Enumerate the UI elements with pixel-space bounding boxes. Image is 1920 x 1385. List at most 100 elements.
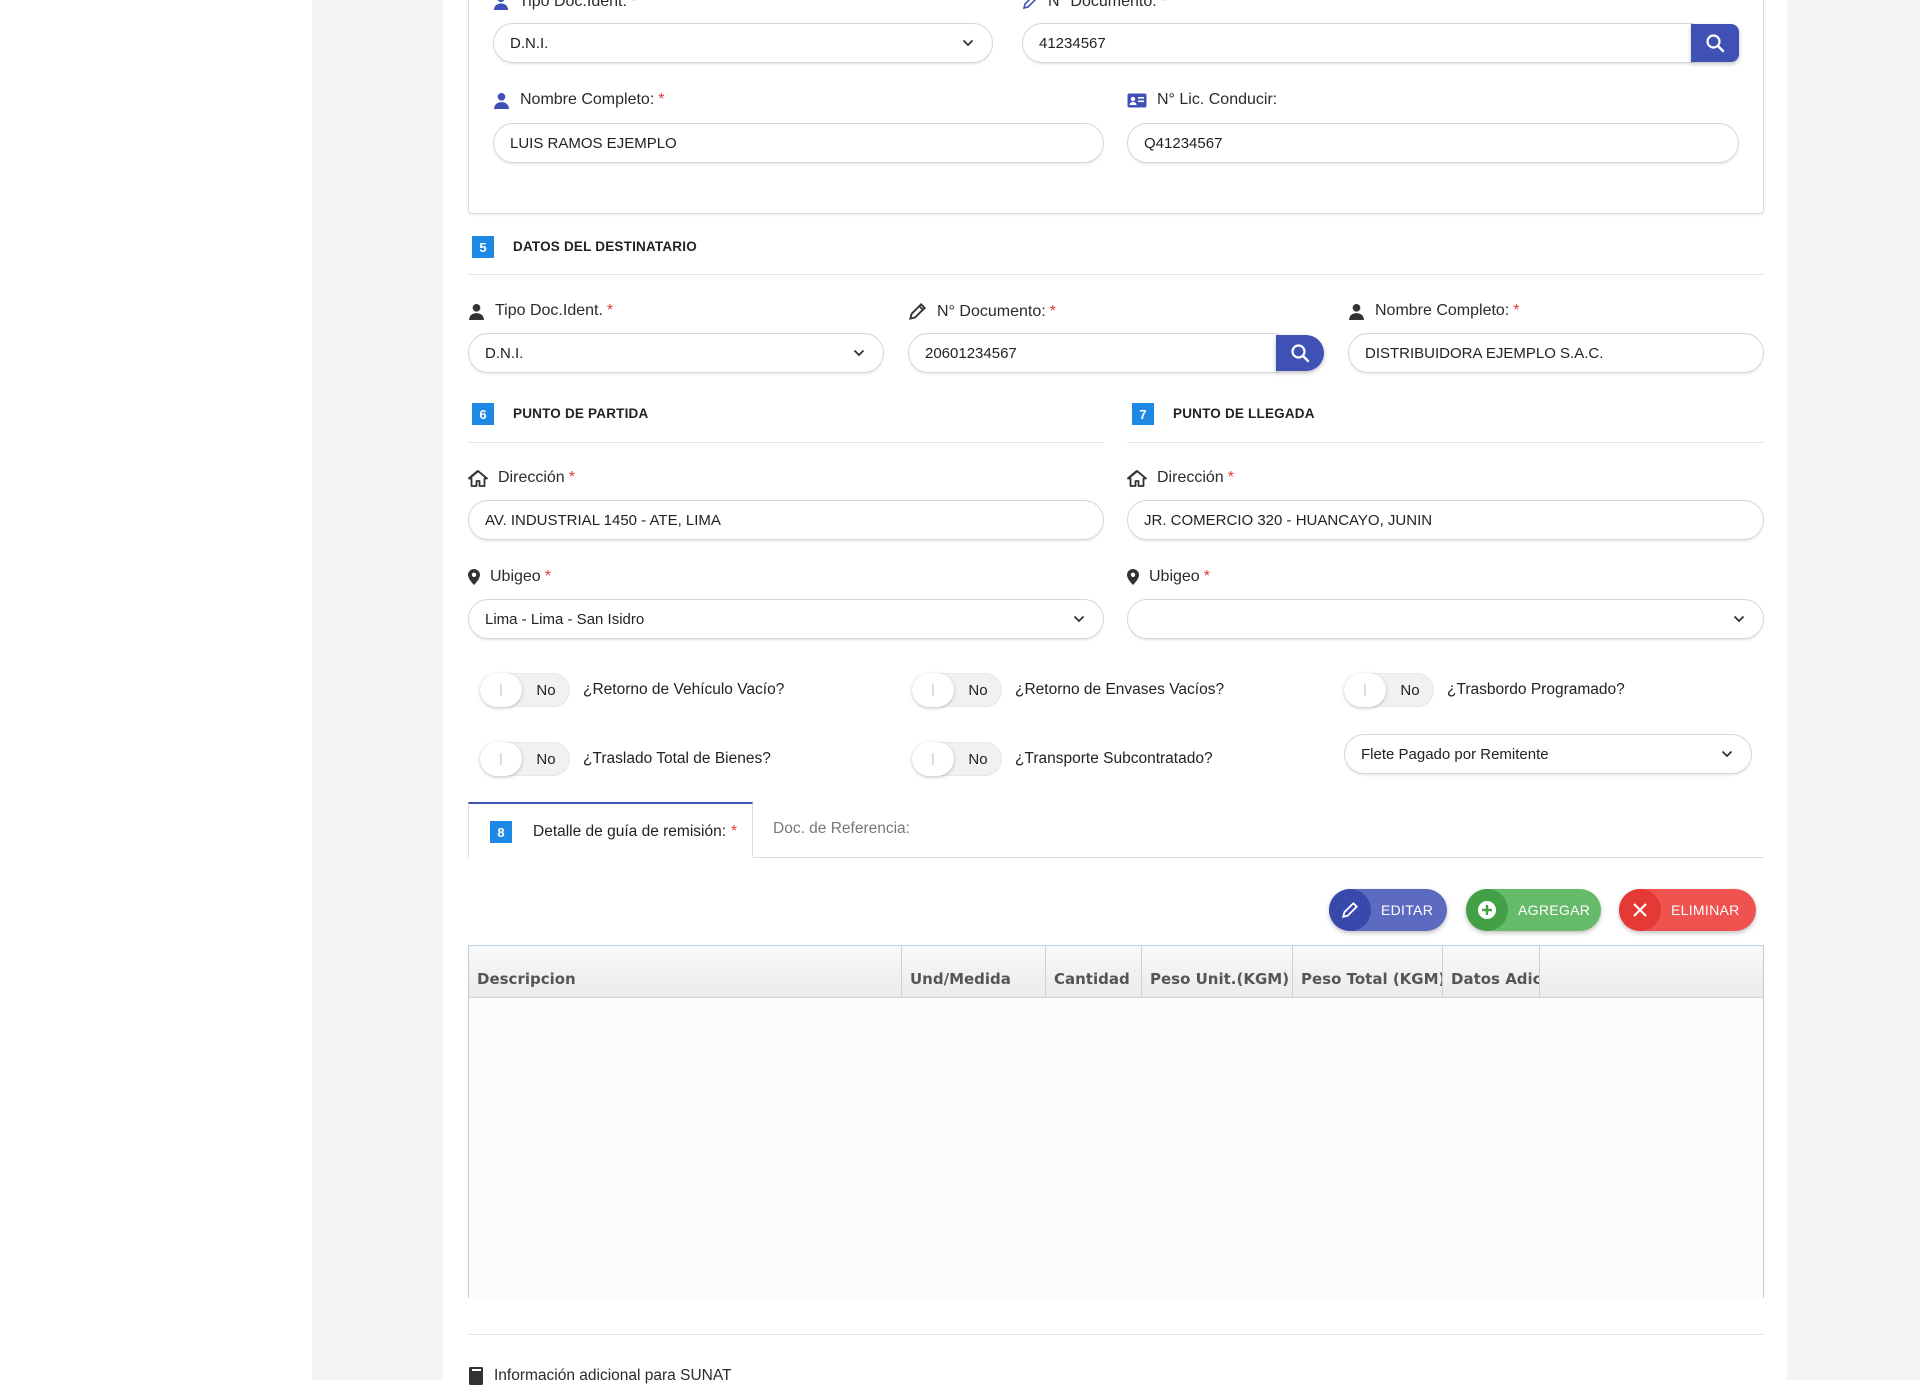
- user-icon: [1349, 303, 1364, 320]
- destinatario-nombre-label-text: Nombre Completo:: [1375, 302, 1510, 319]
- toggle-state: No: [536, 750, 556, 768]
- toggle-knob: [912, 742, 954, 776]
- grid-col-cantidad[interactable]: Cantidad: [1046, 946, 1142, 998]
- retorno-envases-toggle[interactable]: No: [912, 673, 1002, 707]
- chevron-down-icon: [853, 349, 865, 357]
- section-divider: [468, 274, 1764, 275]
- eliminar-button-label: ELIMINAR: [1671, 902, 1740, 918]
- grid-col-peso-unit[interactable]: Peso Unit.(KGM): [1142, 946, 1293, 998]
- chevron-down-icon: [1721, 750, 1733, 758]
- llegada-ubigeo-label: Ubigeo *: [1127, 568, 1210, 586]
- toggle-state: No: [968, 681, 988, 699]
- destinatario-nombre-input[interactable]: DISTRIBUIDORA EJEMPLO S.A.C.: [1348, 333, 1764, 373]
- llegada-ubigeo-select[interactable]: [1127, 599, 1764, 639]
- section-divider: [468, 442, 1104, 443]
- toggle-knob: [480, 673, 522, 707]
- conductor-search-button[interactable]: [1691, 24, 1739, 62]
- book-icon: [469, 1367, 483, 1385]
- editar-icon-wrap: [1329, 889, 1371, 931]
- partida-direccion-value: AV. INDUSTRIAL 1450 - ATE, LIMA: [485, 511, 721, 529]
- home-icon: [1127, 469, 1147, 487]
- conductor-licencia-label-text: N° Lic. Conducir:: [1157, 91, 1278, 108]
- tab-detalle[interactable]: 8 Detalle de guía de remisión: *: [468, 802, 753, 858]
- grid-col-peso-total[interactable]: Peso Total (KGM): [1293, 946, 1443, 998]
- destinatario-num-doc-label-text: N° Documento:: [937, 302, 1046, 320]
- destinatario-tipo-doc-select[interactable]: D.N.I.: [468, 333, 884, 373]
- flete-value: Flete Pagado por Remitente: [1361, 745, 1549, 763]
- destinatario-section-title: DATOS DEL DESTINATARIO: [513, 239, 697, 254]
- trasbordo-programado-toggle[interactable]: No: [1344, 673, 1434, 707]
- footer-divider: [468, 1334, 1764, 1335]
- traslado-total-question: ¿Traslado Total de Bienes?: [583, 750, 771, 767]
- partida-ubigeo-label-text: Ubigeo: [490, 568, 541, 585]
- partida-direccion-label: Dirección *: [468, 469, 575, 487]
- trasbordo-programado-question: ¿Trasbordo Programado?: [1447, 681, 1625, 698]
- close-icon: [1633, 903, 1647, 917]
- agregar-button-label: AGREGAR: [1518, 902, 1591, 918]
- conductor-licencia-label: N° Lic. Conducir:: [1127, 91, 1277, 109]
- search-icon: [1706, 34, 1725, 53]
- conductor-nombre-label-text: Nombre Completo:: [520, 91, 655, 108]
- llegada-direccion-input[interactable]: JR. COMERCIO 320 - HUANCAYO, JUNIN: [1127, 500, 1764, 540]
- destinatario-search-button[interactable]: [1276, 335, 1324, 371]
- llegada-direccion-value: JR. COMERCIO 320 - HUANCAYO, JUNIN: [1144, 511, 1433, 529]
- partida-direccion-input[interactable]: AV. INDUSTRIAL 1450 - ATE, LIMA: [468, 500, 1104, 540]
- conductor-nombre-label: Nombre Completo: *: [493, 91, 665, 109]
- section-number-badge: 6: [472, 403, 494, 425]
- grid-body: [469, 998, 1763, 1298]
- home-icon: [468, 469, 488, 487]
- partida-ubigeo-select[interactable]: Lima - Lima - San Isidro: [468, 599, 1104, 639]
- id-card-icon: [1127, 93, 1147, 107]
- section-number-badge: 7: [1132, 403, 1154, 425]
- agregar-icon-wrap: [1466, 889, 1508, 931]
- conductor-tipo-doc-select[interactable]: D.N.I.: [493, 23, 993, 63]
- transporte-subcontratado-toggle[interactable]: No: [912, 742, 1002, 776]
- conductor-num-doc-value: 41234567: [1039, 34, 1106, 52]
- partida-ubigeo-value: Lima - Lima - San Isidro: [485, 610, 645, 628]
- traslado-total-toggle[interactable]: No: [480, 742, 570, 776]
- partida-direccion-label-text: Dirección: [498, 469, 565, 486]
- tab-doc-referencia[interactable]: Doc. de Referencia:: [773, 818, 910, 840]
- destinatario-num-doc-value: 20601234567: [925, 344, 1017, 362]
- pencil-icon: [1342, 901, 1359, 918]
- eliminar-icon-wrap: [1619, 889, 1661, 931]
- conductor-num-doc-input[interactable]: 41234567: [1022, 23, 1694, 63]
- retorno-vehiculo-question: ¿Retorno de Vehículo Vacío?: [583, 681, 785, 698]
- user-icon: [469, 303, 484, 320]
- agregar-button[interactable]: AGREGAR: [1466, 889, 1601, 931]
- conductor-num-doc-label: N° Documento: *: [1022, 0, 1167, 11]
- conductor-licencia-input[interactable]: Q41234567: [1127, 123, 1739, 163]
- plus-circle-icon: [1478, 901, 1496, 919]
- chevron-down-icon: [1733, 615, 1745, 623]
- user-icon: [494, 0, 508, 10]
- conductor-num-doc-label-text: N° Documento:: [1048, 0, 1157, 10]
- toggle-knob: [912, 673, 954, 707]
- destinatario-num-doc-input[interactable]: 20601234567: [908, 333, 1279, 373]
- grid-col-descripcion[interactable]: Descripcion: [469, 946, 902, 998]
- grid-col-und-medida[interactable]: Und/Medida: [902, 946, 1046, 998]
- map-marker-icon: [468, 569, 480, 585]
- conductor-tipo-doc-label-text: Tipo Doc.Ident.: [519, 0, 627, 10]
- section-number-badge: 5: [472, 236, 494, 258]
- destinatario-nombre-label: Nombre Completo: *: [1348, 302, 1520, 320]
- map-marker-icon: [1127, 569, 1139, 585]
- pencil-icon: [909, 303, 926, 320]
- chevron-down-icon: [1073, 615, 1085, 623]
- llegada-section-title: PUNTO DE LLEGADA: [1173, 406, 1315, 421]
- conductor-nombre-input[interactable]: LUIS RAMOS EJEMPLO: [493, 123, 1104, 163]
- left-sidebar: [0, 0, 312, 1380]
- partida-section-title: PUNTO DE PARTIDA: [513, 406, 649, 421]
- llegada-ubigeo-label-text: Ubigeo: [1149, 568, 1200, 585]
- retorno-vehiculo-toggle[interactable]: No: [480, 673, 570, 707]
- eliminar-button[interactable]: ELIMINAR: [1619, 889, 1756, 931]
- transporte-subcontratado-question: ¿Transporte Subcontratado?: [1015, 750, 1213, 767]
- editar-button[interactable]: EDITAR: [1329, 889, 1447, 931]
- flete-select[interactable]: Flete Pagado por Remitente: [1344, 734, 1752, 774]
- partida-ubigeo-label: Ubigeo *: [468, 568, 551, 586]
- toggle-state: No: [968, 750, 988, 768]
- destinatario-num-doc-label: N° Documento: *: [908, 302, 1056, 321]
- user-icon: [494, 92, 509, 109]
- grid-col-datos-adic[interactable]: Datos Adic: [1443, 946, 1540, 998]
- toggle-knob: [1344, 673, 1386, 707]
- grid-header: Descripcion Und/Medida Cantidad Peso Uni…: [469, 946, 1763, 998]
